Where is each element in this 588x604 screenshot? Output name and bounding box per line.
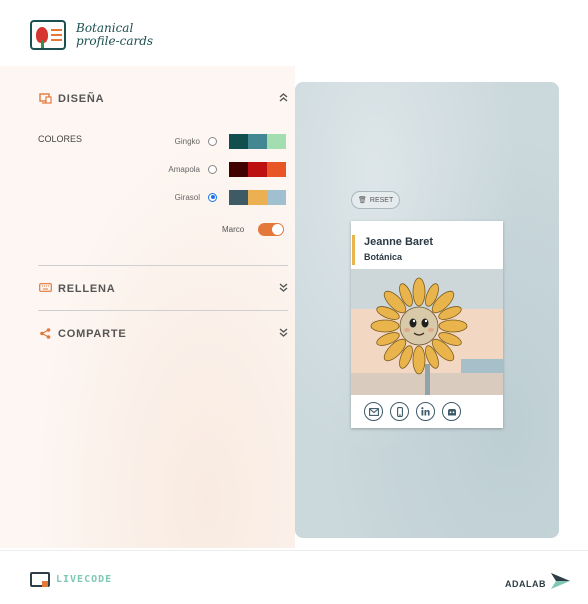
logo-text-line2: profile-cards — [76, 34, 154, 48]
swatch — [229, 161, 248, 177]
palette-radio[interactable] — [208, 136, 217, 146]
expand-arrows-icon[interactable] — [279, 283, 288, 296]
livecode-link[interactable]: LIVECODE — [30, 572, 112, 587]
adalab-arrow-icon — [549, 572, 571, 595]
swatch — [267, 161, 286, 177]
section-fill-title: RELLENA — [58, 283, 116, 295]
app-logo[interactable]: Botanical profile-cards — [30, 20, 153, 50]
swatch — [248, 189, 267, 205]
palette-swatches — [229, 189, 286, 205]
footer: LIVECODE ADALAB — [0, 550, 588, 604]
logo-card-icon — [30, 20, 66, 50]
keyboard-icon — [38, 283, 52, 295]
linkedin-icon[interactable] — [416, 402, 435, 421]
palette-name: Gingko — [174, 136, 200, 146]
palette-radio[interactable] — [208, 164, 217, 174]
monitor-design-icon — [38, 93, 52, 105]
swatch — [267, 189, 286, 205]
palette-swatches — [229, 133, 286, 149]
monitor-icon — [30, 572, 50, 587]
phone-icon[interactable] — [390, 402, 409, 421]
section-share-title: COMPARTE — [58, 328, 127, 340]
reset-label: RESET — [369, 196, 394, 204]
palette-radio-selected[interactable] — [208, 192, 217, 202]
palette-swatches — [229, 161, 286, 177]
header: Botanical profile-cards — [0, 0, 588, 66]
livecode-text: LIVECODE — [56, 574, 113, 585]
adalab-link[interactable]: ADALAB — [505, 572, 571, 595]
swatch — [248, 133, 267, 149]
card-job: Botánica — [364, 252, 403, 262]
palette-option-gingko[interactable]: Gingko — [150, 133, 288, 149]
frame-label: Marco — [222, 225, 245, 234]
frame-toggle[interactable] — [258, 223, 285, 236]
expand-arrows-icon[interactable] — [279, 328, 288, 341]
collapse-arrows-icon[interactable] — [279, 93, 288, 106]
trash-icon: 🗑 — [358, 197, 367, 204]
card-social-links — [364, 402, 468, 421]
palette-name: Amapola — [168, 164, 200, 174]
frame-toggle-row: Marco — [222, 223, 285, 236]
section-divider — [38, 310, 288, 311]
palette-option-girasol[interactable]: Girasol — [150, 189, 288, 205]
email-icon[interactable] — [364, 402, 383, 421]
swatch — [229, 189, 248, 205]
adalab-text: ADALAB — [505, 578, 546, 589]
github-icon[interactable] — [442, 402, 461, 421]
palette-option-amapola[interactable]: Amapola — [150, 161, 288, 177]
colors-label: COLORES — [38, 134, 83, 144]
profile-card: Jeanne Baret Botánica — [351, 221, 503, 428]
share-icon — [38, 328, 52, 340]
section-divider — [38, 265, 288, 266]
swatch — [267, 133, 286, 149]
section-share-header[interactable]: COMPARTE — [38, 325, 288, 343]
swatch — [229, 133, 248, 149]
logo-text: Botanical profile-cards — [76, 22, 153, 48]
card-photo — [351, 269, 503, 395]
card-accent-bar — [352, 235, 355, 265]
reset-button[interactable]: 🗑 RESET — [351, 191, 401, 209]
palette-name: Girasol — [174, 192, 200, 202]
swatch — [248, 161, 267, 177]
card-name: Jeanne Baret — [364, 236, 434, 248]
section-fill-header[interactable]: RELLENA — [38, 280, 288, 298]
section-design-header[interactable]: DISEÑA — [38, 90, 288, 108]
section-design-title: DISEÑA — [58, 93, 105, 105]
card-preview-panel: 🗑 RESET Jeanne Baret Botánica — [295, 82, 559, 538]
